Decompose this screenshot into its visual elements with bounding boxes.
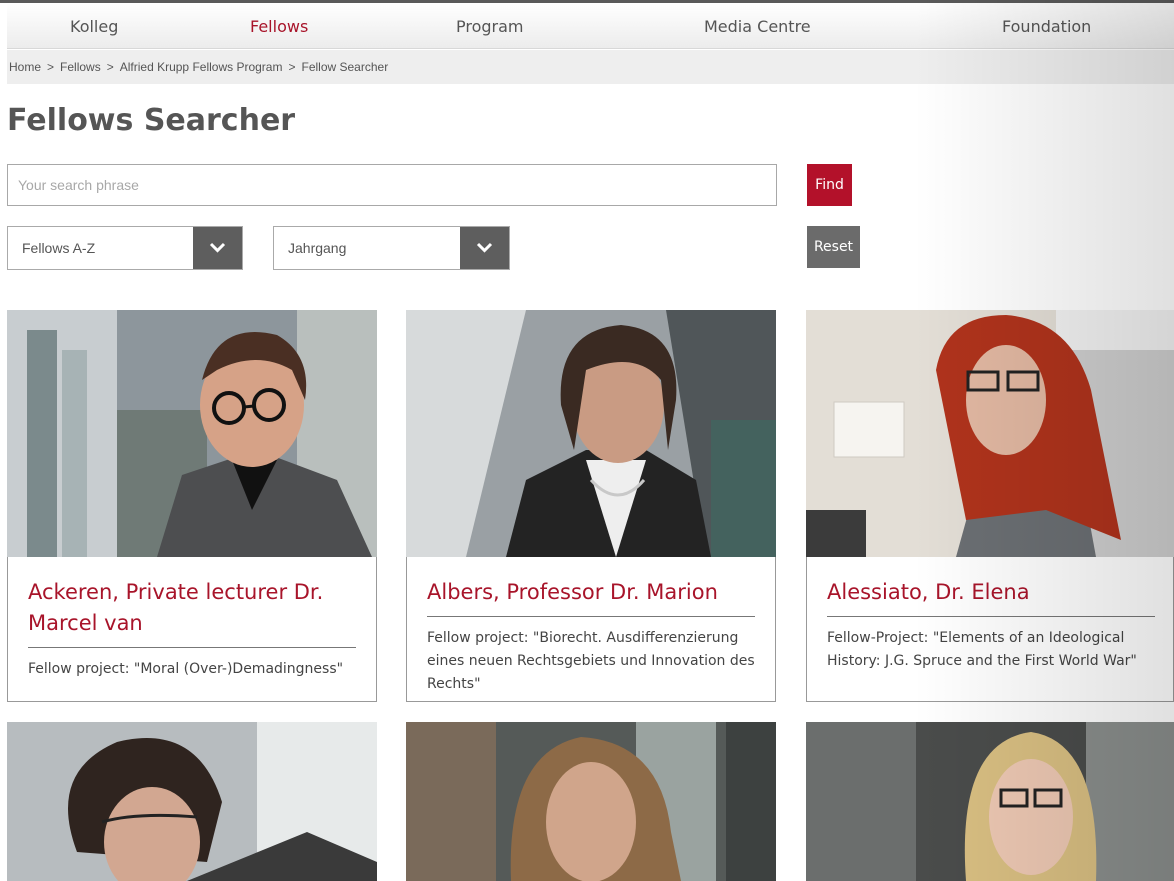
fellow-card-body: Ackeren, Private lecturer Dr. Marcel van… — [7, 557, 377, 702]
fellow-card-body: Alessiato, Dr. Elena Fellow-Project: "El… — [806, 557, 1174, 702]
reset-button[interactable]: Reset — [807, 226, 860, 268]
fellow-project: Fellow-Project: "Elements of an Ideologi… — [827, 630, 1137, 669]
nav-item-program[interactable]: Program — [456, 17, 524, 36]
fellow-photo[interactable] — [7, 310, 377, 557]
year-select-value: Jahrgang — [288, 240, 347, 256]
fellow-card-body: Albers, Professor Dr. Marion Fellow proj… — [406, 557, 776, 702]
year-select[interactable]: Jahrgang — [273, 226, 510, 270]
chevron-down-icon[interactable] — [460, 227, 509, 269]
divider — [827, 616, 1155, 617]
sort-select[interactable]: Fellows A-Z — [7, 226, 243, 270]
breadcrumb: Home > Fellows > Alfried Krupp Fellows Progr… — [9, 60, 388, 74]
divider — [28, 647, 356, 648]
breadcrumb-fellows[interactable]: Fellows — [60, 60, 101, 74]
fellow-card[interactable]: Albers, Professor Dr. Marion Fellow proj… — [406, 310, 776, 702]
breadcrumb-home[interactable]: Home — [9, 60, 41, 74]
nav-item-fellows[interactable]: Fellows — [250, 17, 308, 36]
fellow-name[interactable]: Alessiato, Dr. Elena — [827, 577, 1157, 608]
fellow-project: Fellow project: "Biorecht. Ausdifferenzi… — [427, 630, 755, 692]
fellow-card[interactable] — [806, 722, 1174, 881]
fellow-photo[interactable] — [806, 310, 1174, 557]
main-navigation: Kolleg Fellows Program Media Centre Foun… — [7, 3, 1174, 49]
fellow-photo[interactable] — [406, 310, 776, 557]
fellow-photo[interactable] — [806, 722, 1174, 881]
find-button[interactable]: Find — [807, 164, 852, 206]
search-input[interactable] — [7, 164, 777, 206]
breadcrumb-bar: Home > Fellows > Alfried Krupp Fellows Progr… — [7, 50, 1174, 84]
breadcrumb-current: Fellow Searcher — [301, 60, 389, 74]
breadcrumb-separator: > — [288, 60, 296, 74]
nav-item-media-centre[interactable]: Media Centre — [704, 17, 811, 36]
breadcrumb-separator: > — [47, 60, 55, 74]
fellow-photo[interactable] — [406, 722, 776, 881]
page-title: Fellows Searcher — [7, 103, 296, 138]
chevron-down-icon[interactable] — [193, 227, 242, 269]
nav-item-kolleg[interactable]: Kolleg — [70, 17, 118, 36]
breadcrumb-separator: > — [106, 60, 114, 74]
fellow-card[interactable]: Ackeren, Private lecturer Dr. Marcel van… — [7, 310, 377, 702]
fellow-card[interactable]: Alessiato, Dr. Elena Fellow-Project: "El… — [806, 310, 1174, 702]
sort-select-value: Fellows A-Z — [22, 240, 96, 256]
fellow-photo[interactable] — [7, 722, 377, 881]
breadcrumb-program[interactable]: Alfried Krupp Fellows Program — [120, 60, 283, 74]
fellow-name[interactable]: Albers, Professor Dr. Marion — [427, 577, 757, 608]
divider — [427, 616, 755, 617]
nav-item-foundation[interactable]: Foundation — [1002, 17, 1091, 36]
fellow-project: Fellow project: "Moral (Over-)Demadingne… — [28, 661, 344, 677]
fellow-card[interactable] — [406, 722, 776, 881]
fellow-name[interactable]: Ackeren, Private lecturer Dr. Marcel van — [28, 577, 358, 639]
fellow-card[interactable] — [7, 722, 377, 881]
